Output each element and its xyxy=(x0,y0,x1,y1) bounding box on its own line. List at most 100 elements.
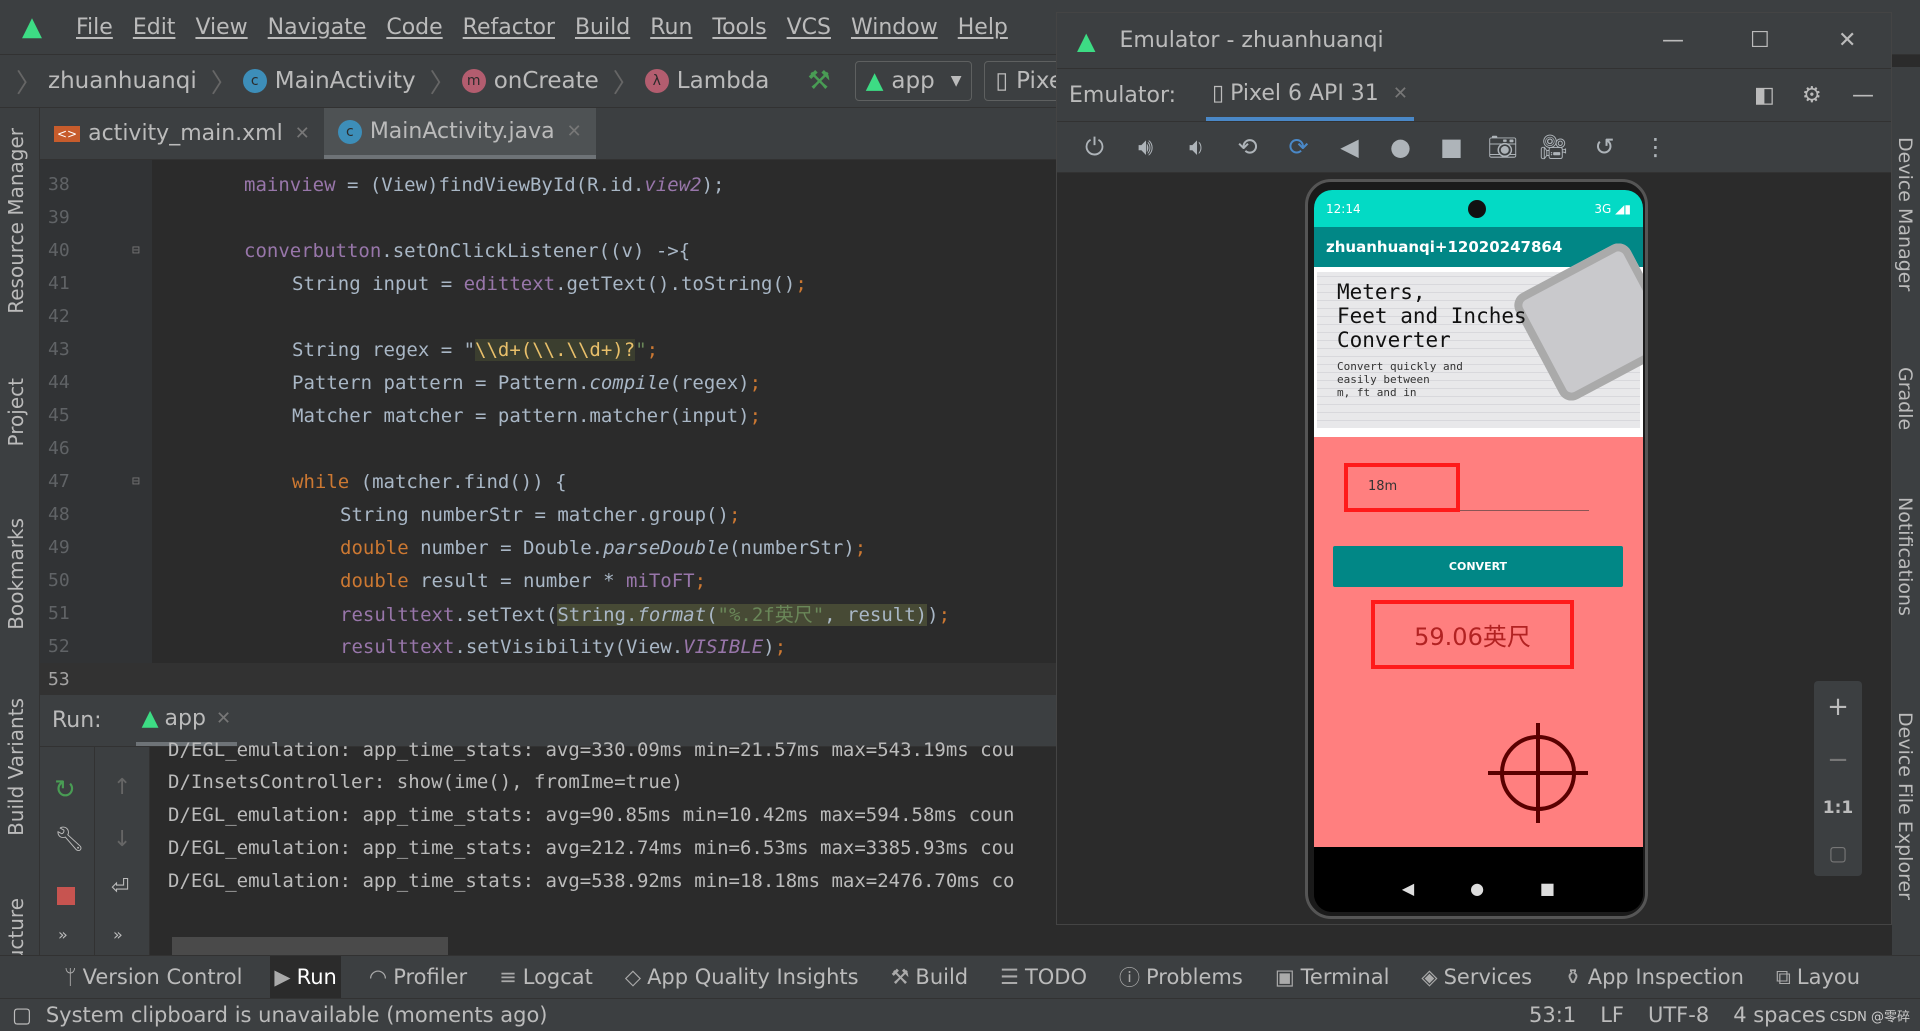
zoom-in-button[interactable]: + xyxy=(1827,692,1849,722)
tool-terminal[interactable]: ▣ Terminal xyxy=(1271,956,1394,998)
rotate-right-icon[interactable]: ⟳ xyxy=(1273,133,1324,161)
stop-icon[interactable] xyxy=(57,887,75,905)
zoom-out-button[interactable]: − xyxy=(1827,745,1849,775)
back-icon[interactable]: ◀ xyxy=(1402,879,1414,898)
convert-button[interactable]: CONVERT xyxy=(1333,546,1623,587)
arrow-up-icon[interactable]: ↑ xyxy=(113,775,131,800)
bookmarks-tab[interactable]: Bookmarks xyxy=(4,518,28,630)
project-tab[interactable]: Project xyxy=(4,378,28,446)
code-token: format xyxy=(637,604,707,626)
overview-icon[interactable]: ■ xyxy=(1426,133,1477,161)
phone-screen[interactable]: 12:14 3G ◢▮ zhuanhuanqi+12020247864 Meter… xyxy=(1314,190,1643,912)
power-icon[interactable]: ⏻ xyxy=(1069,133,1120,161)
status-message[interactable]: System clipboard is unavailable (moments… xyxy=(46,1003,548,1027)
menu-vcs[interactable]: VCS xyxy=(787,15,831,40)
more-options-icon[interactable]: ⋮ xyxy=(1630,133,1681,161)
zoom-actual-size-button[interactable]: 1:1 xyxy=(1823,798,1853,818)
device-manager-tab[interactable]: Device Manager xyxy=(1894,137,1916,291)
build-variants-tab[interactable]: Build Variants xyxy=(4,698,28,836)
tab-pixel-6-api-31[interactable]: ▯ Pixel 6 API 31 ✕ xyxy=(1206,69,1414,121)
rotate-left-icon[interactable]: ⟲ xyxy=(1222,133,1273,161)
run-console[interactable]: ↻ 🔧︎ » ↑ ↓ ⏎ » D/EGL_emulation: app_time… xyxy=(40,739,1056,955)
menu-refactor[interactable]: Refactor xyxy=(463,15,555,40)
line-separator[interactable]: LF xyxy=(1600,1003,1624,1027)
close-icon[interactable]: ✕ xyxy=(567,121,582,142)
overview-icon[interactable]: ■ xyxy=(1540,879,1555,898)
tool-profiler[interactable]: ◠ Profiler xyxy=(365,956,471,998)
file-encoding[interactable]: UTF-8 xyxy=(1648,1003,1709,1027)
menu-file[interactable]: File xyxy=(76,15,113,40)
more-icon[interactable]: » xyxy=(113,925,123,944)
minimize-icon[interactable]: — xyxy=(1662,28,1684,53)
device-file-explorer-tab[interactable]: Device File Explorer xyxy=(1894,712,1916,900)
tool-logcat[interactable]: ≡ Logcat xyxy=(495,956,597,998)
layout-icon[interactable]: ◧ xyxy=(1754,83,1775,108)
gradle-tab[interactable]: Gradle xyxy=(1894,367,1916,430)
indent-setting[interactable]: 4 spaces xyxy=(1733,1003,1826,1027)
breadcrumb-method-label: onCreate xyxy=(493,68,599,94)
menu-tools[interactable]: Tools xyxy=(712,15,766,40)
close-icon[interactable]: ✕ xyxy=(216,708,231,729)
resource-manager-tab[interactable]: Resource Manager xyxy=(4,128,28,314)
fold-icon[interactable]: ⊟ xyxy=(132,474,140,489)
rerun-icon[interactable]: ↻ xyxy=(54,775,76,805)
volume-down-icon[interactable]: 🔉︎ xyxy=(1171,133,1222,161)
camera-icon[interactable]: 📷︎ xyxy=(1477,133,1528,161)
menu-view[interactable]: View xyxy=(195,15,247,40)
tool-version-control[interactable]: ᛘ Version Control xyxy=(60,956,246,998)
volume-up-icon[interactable]: 🔊︎ xyxy=(1120,133,1171,161)
banner-subtitle: Convert quickly and xyxy=(1337,360,1463,373)
arrow-down-icon[interactable]: ↓ xyxy=(113,827,131,852)
android-logo-icon: ▲ xyxy=(1077,26,1096,55)
soft-wrap-icon[interactable]: ⏎ xyxy=(111,875,129,900)
home-icon[interactable]: ● xyxy=(1470,879,1484,898)
more-icon[interactable]: » xyxy=(58,925,68,944)
run-config-select[interactable]: ▲ app ▼ xyxy=(854,61,973,101)
tool-run[interactable]: ▶ Run xyxy=(270,956,341,998)
menu-run[interactable]: Run xyxy=(650,15,692,40)
video-icon[interactable]: 🎥︎ xyxy=(1528,133,1579,161)
tool-build[interactable]: ⚒ Build xyxy=(887,956,973,998)
minimize-panel-icon[interactable]: — xyxy=(1852,83,1874,108)
wrench-icon[interactable]: 🔧︎ xyxy=(54,825,84,853)
menu-help[interactable]: Help xyxy=(958,15,1008,40)
structure-tab[interactable]: ucture xyxy=(4,898,28,962)
gear-icon[interactable]: ⚙ xyxy=(1802,83,1822,108)
device-select[interactable]: ▯ Pixel 6 A xyxy=(984,61,1060,101)
reset-icon[interactable]: ↺ xyxy=(1579,133,1630,161)
tool-services[interactable]: ◈ Services xyxy=(1417,956,1536,998)
close-icon[interactable]: ✕ xyxy=(1393,83,1408,104)
breadcrumb-project[interactable]: zhuanhuanqi xyxy=(48,68,197,94)
menu-navigate[interactable]: Navigate xyxy=(268,15,367,40)
notifications-tab[interactable]: Notifications xyxy=(1894,497,1916,616)
hammer-build-icon[interactable]: ⚒ xyxy=(807,66,830,96)
home-icon[interactable]: ● xyxy=(1375,133,1426,161)
menu-build[interactable]: Build xyxy=(575,15,630,40)
menu-code[interactable]: Code xyxy=(386,15,442,40)
console-line: D/EGL_emulation: app_time_stats: avg=330… xyxy=(168,739,1015,761)
horizontal-scrollbar[interactable] xyxy=(172,937,448,955)
menu-edit[interactable]: Edit xyxy=(133,15,176,40)
tool-problems[interactable]: ⓘ Problems xyxy=(1115,956,1247,998)
tool-layout-inspector[interactable]: ⧉ Layou xyxy=(1772,956,1864,998)
tab-activity-main-xml[interactable]: <> activity_main.xml ✕ xyxy=(40,108,324,159)
tool-app-inspection[interactable]: ⚱ App Inspection xyxy=(1560,956,1748,998)
breadcrumb-lambda[interactable]: λ Lambda xyxy=(644,68,769,94)
caret-position[interactable]: 53:1 xyxy=(1529,1003,1576,1027)
breadcrumb-method[interactable]: m onCreate xyxy=(461,68,599,94)
tool-todo[interactable]: ☰ TODO xyxy=(996,956,1091,998)
status-panel-icon[interactable]: ▢ xyxy=(12,1003,32,1027)
close-icon[interactable]: ✕ xyxy=(295,123,310,144)
length-input[interactable]: 18m xyxy=(1344,463,1460,512)
code-editor[interactable]: 38 mainview = (View)findViewById(R.id.vie… xyxy=(40,160,1056,696)
close-icon[interactable]: ✕ xyxy=(1838,28,1856,53)
fold-icon[interactable]: ⊟ xyxy=(132,243,140,258)
tab-main-activity-java[interactable]: c MainActivity.java ✕ xyxy=(323,108,596,159)
menu-window[interactable]: Window xyxy=(851,15,938,40)
tool-app-quality-insights[interactable]: ◇ App Quality Insights xyxy=(621,956,863,998)
breadcrumb-class[interactable]: c MainActivity xyxy=(242,68,416,94)
maximize-icon[interactable]: ☐ xyxy=(1750,28,1770,53)
fit-screen-icon[interactable]: ▢ xyxy=(1829,841,1848,865)
back-icon[interactable]: ◀ xyxy=(1324,133,1375,161)
breadcrumb-class-label: MainActivity xyxy=(274,68,416,94)
